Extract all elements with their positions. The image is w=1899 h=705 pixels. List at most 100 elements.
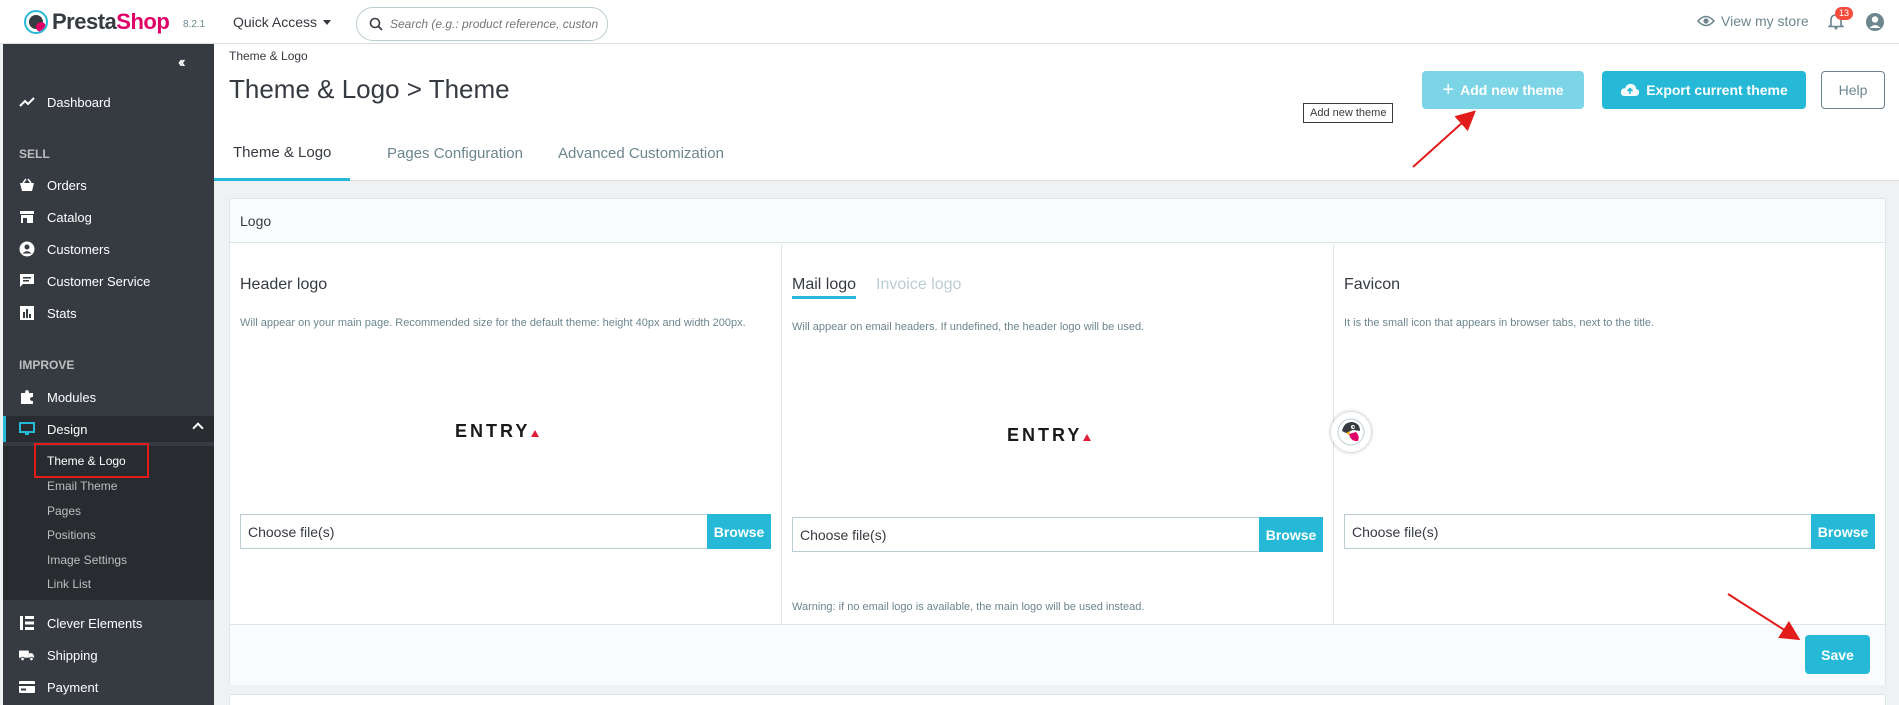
page-header: Theme & Logo Theme & Logo > Theme + Add … [214,44,1899,126]
submenu-item-email-theme[interactable]: Email Theme [47,479,117,493]
header-logo-file-field[interactable]: Choose file(s) [240,514,707,549]
logo-card: Logo Header logo Will appear on your mai… [229,198,1886,685]
tab-mail-logo[interactable]: Mail logo [792,276,857,299]
card-title: Logo [230,199,1885,243]
store-icon [19,209,35,225]
header-logo-section: Header logo Will appear on your main pag… [230,244,782,624]
search-input[interactable] [390,17,600,31]
mail-invoice-tabs: Mail logo Invoice logo [792,276,961,299]
favicon-file-field[interactable]: Choose file(s) [1344,514,1811,549]
search-icon [369,17,383,31]
puzzle-icon [19,389,35,405]
tab-invoice-logo[interactable]: Invoice logo [876,276,961,299]
sidebar-item-modules[interactable]: Modules [3,384,214,410]
chat-icon [19,273,35,289]
cloud-upload-icon [1621,83,1640,96]
sidebar-item-stats[interactable]: Stats [3,300,214,326]
section-title-improve: IMPROVE [19,358,75,372]
submenu-item-pages[interactable]: Pages [47,504,81,518]
favicon-description: It is the small icon that appears in bro… [1344,317,1654,329]
export-current-theme-label: Export current theme [1646,82,1788,98]
sidebar-item-label: Shipping [47,647,98,663]
add-new-theme-button[interactable]: + Add new theme [1422,71,1584,109]
truck-icon [19,647,35,663]
add-new-theme-tooltip: Add new theme [1303,103,1394,123]
export-current-theme-button[interactable]: Export current theme [1602,71,1806,109]
sidebar: ‹‹ Dashboard SELL Orders Catalog Custome… [3,44,214,705]
account-circle-icon [19,241,35,257]
sidebar-item-catalog[interactable]: Catalog [3,204,214,230]
credit-card-icon [19,679,35,695]
view-store-label: View my store [1721,13,1809,29]
chevron-down-icon [323,19,332,25]
notification-count-badge: 13 [1835,7,1854,20]
submenu-item-link-list[interactable]: Link List [47,577,91,591]
mail-logo-file-input[interactable]: Choose file(s) Browse [792,517,1323,552]
sidebar-item-label: Customer Service [47,273,151,289]
sidebar-item-dashboard[interactable]: Dashboard [3,89,214,115]
prestashop-logo[interactable]: PrestaShop [24,9,170,35]
brand-name-part1: Presta [52,9,117,34]
tab-advanced-customization[interactable]: Advanced Customization [539,126,743,181]
help-button[interactable]: Help [1821,71,1885,109]
favicon-file-input[interactable]: Choose file(s) Browse [1344,514,1875,549]
search-box[interactable] [356,7,608,41]
shopping-basket-icon [19,177,35,193]
sidebar-item-customer-service[interactable]: Customer Service [3,268,214,294]
sidebar-item-label: Customers [47,241,110,257]
next-card [229,694,1886,705]
sidebar-item-label: Dashboard [47,94,111,110]
tab-pages-configuration[interactable]: Pages Configuration [368,126,542,181]
brand-name-part2: Shop [116,9,170,34]
header-logo-file-input[interactable]: Choose file(s) Browse [240,514,771,549]
header-logo-title: Header logo [240,276,328,293]
sidebar-item-label: Payment [47,679,99,695]
annotation-highlight-box [34,443,149,478]
sidebar-item-design[interactable]: Design [3,416,214,442]
header-logo-browse-button[interactable]: Browse [707,514,771,549]
notifications-button[interactable]: 13 [1827,7,1854,32]
user-avatar-icon [1866,13,1884,31]
submenu-item-image-settings[interactable]: Image Settings [47,553,127,567]
favicon-browse-button[interactable]: Browse [1811,514,1875,549]
favicon-section: Favicon It is the small icon that appear… [1334,244,1885,624]
favicon-preview [1331,412,1371,452]
sidebar-item-customers[interactable]: Customers [3,236,214,262]
favicon-title: Favicon [1344,276,1401,293]
view-store-link[interactable]: View my store [1697,13,1809,29]
card-footer: Save [230,624,1885,685]
user-menu[interactable] [1865,12,1885,35]
sidebar-item-label: Catalog [47,209,92,225]
desktop-icon [19,421,35,437]
header-logo-description: Will appear on your main page. Recommend… [240,317,746,329]
mail-logo-image: ENTRY [1007,425,1092,446]
sidebar-item-label: Orders [47,177,87,193]
mail-logo-browse-button[interactable]: Browse [1259,517,1323,552]
page-title: Theme & Logo > Theme [229,74,510,104]
mail-logo-warning: Warning: if no email logo is available, … [792,601,1145,613]
submenu-item-positions[interactable]: Positions [47,528,96,542]
sidebar-item-label: Design [47,421,88,437]
sidebar-item-label: Stats [47,305,77,321]
prestashop-puffin-icon [1337,418,1365,446]
plus-icon: + [1442,79,1455,101]
header-logo-image: ENTRY [455,421,540,442]
quick-access-label: Quick Access [233,14,318,30]
sidebar-item-orders[interactable]: Orders [3,172,214,198]
tab-bar: Theme & Logo Pages Configuration Advance… [214,126,1899,181]
breadcrumb[interactable]: Theme & Logo [229,49,308,63]
quick-access-dropdown[interactable]: Quick Access [233,14,332,30]
clever-elements-icon [19,615,35,631]
collapse-sidebar-button[interactable]: ‹‹ [178,54,185,72]
add-new-theme-label: Add new theme [1460,82,1564,98]
bar-chart-icon [19,305,35,321]
mail-logo-description: Will appear on email headers. If undefin… [792,321,1145,333]
trending-up-icon [19,94,35,110]
section-title-sell: SELL [19,147,50,161]
save-button[interactable]: Save [1805,635,1870,674]
sidebar-item-clever-elements[interactable]: Clever Elements [3,610,214,636]
sidebar-item-shipping[interactable]: Shipping [3,642,214,668]
tab-theme-logo[interactable]: Theme & Logo [214,126,351,181]
sidebar-item-payment[interactable]: Payment [3,674,214,700]
mail-logo-file-field[interactable]: Choose file(s) [792,517,1259,552]
